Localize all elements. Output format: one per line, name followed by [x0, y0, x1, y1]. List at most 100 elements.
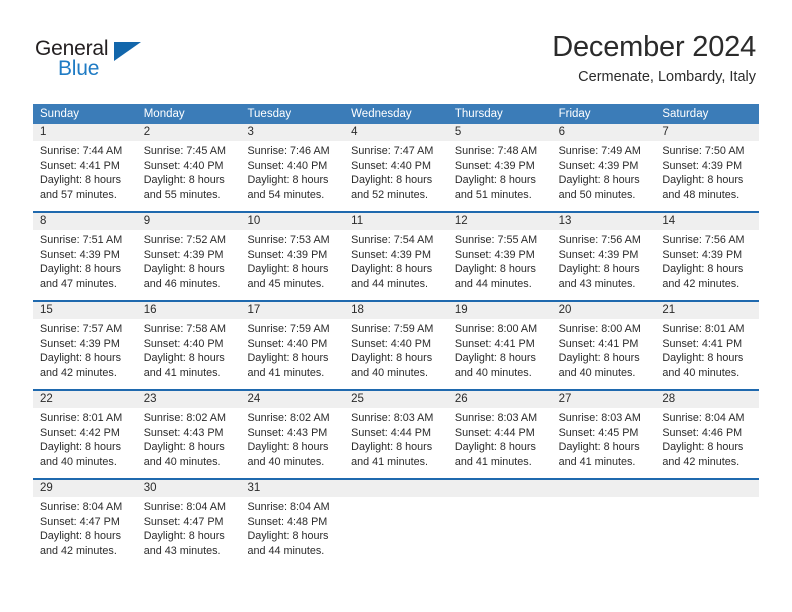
- day-cell-empty: [655, 480, 760, 567]
- day-cell[interactable]: 29 Sunrise: 8:04 AM Sunset: 4:47 PM Dayl…: [33, 480, 137, 567]
- sunrise-text: Sunrise: 7:53 AM: [247, 234, 330, 246]
- daylight-text-line1: Daylight: 8 hours: [40, 263, 122, 276]
- day-cell[interactable]: 17 Sunrise: 7:59 AM Sunset: 4:40 PM Dayl…: [240, 302, 345, 389]
- sunset-text: Sunset: 4:39 PM: [143, 248, 224, 261]
- general-blue-logo[interactable]: General Blue: [35, 37, 165, 85]
- daylight-text-line1: Daylight: 8 hours: [40, 174, 122, 187]
- sunset-text: Sunset: 4:45 PM: [558, 426, 639, 439]
- calendar-week-row: 29 Sunrise: 8:04 AM Sunset: 4:47 PM Dayl…: [33, 478, 760, 567]
- day-number: 24: [240, 391, 345, 408]
- day-cell[interactable]: 1 Sunrise: 7:44 AM Sunset: 4:41 PM Dayli…: [33, 124, 137, 211]
- day-cell[interactable]: 2 Sunrise: 7:45 AM Sunset: 4:40 PM Dayli…: [136, 124, 241, 211]
- day-cell[interactable]: 21 Sunrise: 8:01 AM Sunset: 4:41 PM Dayl…: [655, 302, 760, 389]
- sunrise-text: Sunrise: 8:04 AM: [247, 501, 330, 513]
- day-number: 10: [240, 213, 345, 230]
- day-cell[interactable]: 26 Sunrise: 8:03 AM Sunset: 4:44 PM Dayl…: [447, 391, 552, 478]
- day-number: 31: [240, 480, 345, 497]
- sunrise-text: Sunrise: 7:47 AM: [351, 145, 434, 157]
- day-details: Sunrise: 7:44 AM Sunset: 4:41 PM Dayligh…: [33, 141, 137, 202]
- weekday-header-sunday: Sunday: [40, 108, 80, 120]
- day-details: Sunrise: 8:00 AM Sunset: 4:41 PM Dayligh…: [448, 319, 552, 380]
- day-number: [551, 480, 656, 497]
- sunset-text: Sunset: 4:39 PM: [351, 248, 431, 261]
- sunrise-text: Sunrise: 8:04 AM: [662, 412, 745, 424]
- daylight-text-line2: and 54 minutes.: [247, 188, 325, 201]
- day-cell[interactable]: 27 Sunrise: 8:03 AM Sunset: 4:45 PM Dayl…: [551, 391, 656, 478]
- day-cell[interactable]: 9 Sunrise: 7:52 AM Sunset: 4:39 PM Dayli…: [136, 213, 241, 300]
- daylight-text-line2: and 55 minutes.: [143, 188, 221, 201]
- day-cell-empty: [344, 480, 448, 567]
- day-details: Sunrise: 7:55 AM Sunset: 4:39 PM Dayligh…: [448, 230, 552, 291]
- daylight-text-line1: Daylight: 8 hours: [454, 352, 536, 365]
- day-number: 6: [551, 124, 656, 141]
- daylight-text-line1: Daylight: 8 hours: [143, 530, 225, 543]
- sunset-text: Sunset: 4:43 PM: [247, 426, 328, 439]
- day-cell[interactable]: 30 Sunrise: 8:04 AM Sunset: 4:47 PM Dayl…: [136, 480, 241, 567]
- daylight-text-line1: Daylight: 8 hours: [247, 263, 329, 276]
- sunset-text: Sunset: 4:41 PM: [558, 337, 639, 350]
- day-number: [447, 480, 552, 497]
- daylight-text-line1: Daylight: 8 hours: [247, 530, 329, 543]
- day-details: Sunrise: 7:56 AM Sunset: 4:39 PM Dayligh…: [552, 230, 656, 291]
- sunset-text: Sunset: 4:39 PM: [40, 337, 120, 350]
- day-cell[interactable]: 6 Sunrise: 7:49 AM Sunset: 4:39 PM Dayli…: [551, 124, 656, 211]
- daylight-text-line1: Daylight: 8 hours: [351, 441, 433, 454]
- day-cell[interactable]: 14 Sunrise: 7:56 AM Sunset: 4:39 PM Dayl…: [655, 213, 760, 300]
- day-details: Sunrise: 7:58 AM Sunset: 4:40 PM Dayligh…: [137, 319, 241, 380]
- daylight-text-line1: Daylight: 8 hours: [143, 174, 225, 187]
- day-cell[interactable]: 23 Sunrise: 8:02 AM Sunset: 4:43 PM Dayl…: [136, 391, 241, 478]
- day-cell[interactable]: 20 Sunrise: 8:00 AM Sunset: 4:41 PM Dayl…: [551, 302, 656, 389]
- day-details: Sunrise: 8:02 AM Sunset: 4:43 PM Dayligh…: [137, 408, 241, 469]
- day-cell[interactable]: 28 Sunrise: 8:04 AM Sunset: 4:46 PM Dayl…: [655, 391, 760, 478]
- sunrise-text: Sunrise: 8:04 AM: [40, 501, 123, 513]
- day-cell[interactable]: 4 Sunrise: 7:47 AM Sunset: 4:40 PM Dayli…: [344, 124, 448, 211]
- daylight-text-line2: and 41 minutes.: [558, 455, 636, 468]
- day-cell[interactable]: 7 Sunrise: 7:50 AM Sunset: 4:39 PM Dayli…: [655, 124, 760, 211]
- day-number: 26: [447, 391, 552, 408]
- daylight-text-line2: and 57 minutes.: [40, 188, 117, 201]
- day-cell[interactable]: 3 Sunrise: 7:46 AM Sunset: 4:40 PM Dayli…: [240, 124, 345, 211]
- day-details: Sunrise: 8:03 AM Sunset: 4:44 PM Dayligh…: [448, 408, 552, 469]
- day-number: 16: [136, 302, 241, 319]
- day-cell[interactable]: 31 Sunrise: 8:04 AM Sunset: 4:48 PM Dayl…: [240, 480, 345, 567]
- sunset-text: Sunset: 4:44 PM: [454, 426, 535, 439]
- daylight-text-line1: Daylight: 8 hours: [247, 441, 329, 454]
- day-cell[interactable]: 16 Sunrise: 7:58 AM Sunset: 4:40 PM Dayl…: [136, 302, 241, 389]
- day-cell[interactable]: 10 Sunrise: 7:53 AM Sunset: 4:39 PM Dayl…: [240, 213, 345, 300]
- day-cell[interactable]: 18 Sunrise: 7:59 AM Sunset: 4:40 PM Dayl…: [344, 302, 448, 389]
- day-cell[interactable]: 24 Sunrise: 8:02 AM Sunset: 4:43 PM Dayl…: [240, 391, 345, 478]
- sunrise-text: Sunrise: 8:03 AM: [351, 412, 434, 424]
- daylight-text-line2: and 40 minutes.: [40, 455, 117, 468]
- calendar-week-row: 15 Sunrise: 7:57 AM Sunset: 4:39 PM Dayl…: [33, 300, 760, 389]
- sunset-text: Sunset: 4:41 PM: [454, 337, 535, 350]
- day-cell[interactable]: 12 Sunrise: 7:55 AM Sunset: 4:39 PM Dayl…: [447, 213, 552, 300]
- sunrise-text: Sunrise: 8:00 AM: [454, 323, 538, 335]
- sunrise-text: Sunrise: 7:45 AM: [143, 145, 226, 157]
- day-details: Sunrise: 7:51 AM Sunset: 4:39 PM Dayligh…: [33, 230, 137, 291]
- day-cell[interactable]: 22 Sunrise: 8:01 AM Sunset: 4:42 PM Dayl…: [33, 391, 137, 478]
- day-details: Sunrise: 7:59 AM Sunset: 4:40 PM Dayligh…: [344, 319, 448, 380]
- daylight-text-line1: Daylight: 8 hours: [662, 174, 744, 187]
- day-number: 5: [447, 124, 552, 141]
- daylight-text-line1: Daylight: 8 hours: [454, 263, 536, 276]
- sunrise-text: Sunrise: 8:02 AM: [247, 412, 330, 424]
- day-details: Sunrise: 7:47 AM Sunset: 4:40 PM Dayligh…: [344, 141, 448, 202]
- day-number: 20: [551, 302, 656, 319]
- day-number: [655, 480, 760, 497]
- day-cell[interactable]: 11 Sunrise: 7:54 AM Sunset: 4:39 PM Dayl…: [344, 213, 448, 300]
- sunset-text: Sunset: 4:39 PM: [558, 248, 639, 261]
- weekday-header-wednesday: Wednesday: [351, 108, 412, 120]
- daylight-text-line2: and 48 minutes.: [662, 188, 740, 201]
- day-cell[interactable]: 8 Sunrise: 7:51 AM Sunset: 4:39 PM Dayli…: [33, 213, 137, 300]
- sunrise-text: Sunrise: 7:54 AM: [351, 234, 434, 246]
- day-cell[interactable]: 15 Sunrise: 7:57 AM Sunset: 4:39 PM Dayl…: [33, 302, 137, 389]
- day-cell[interactable]: 25 Sunrise: 8:03 AM Sunset: 4:44 PM Dayl…: [344, 391, 448, 478]
- day-cell[interactable]: 19 Sunrise: 8:00 AM Sunset: 4:41 PM Dayl…: [447, 302, 552, 389]
- day-cell[interactable]: 5 Sunrise: 7:48 AM Sunset: 4:39 PM Dayli…: [447, 124, 552, 211]
- day-details: Sunrise: 8:04 AM Sunset: 4:47 PM Dayligh…: [137, 497, 241, 558]
- sunrise-text: Sunrise: 8:03 AM: [454, 412, 538, 424]
- daylight-text-line2: and 40 minutes.: [143, 455, 221, 468]
- sunrise-text: Sunrise: 8:00 AM: [558, 323, 641, 335]
- day-cell[interactable]: 13 Sunrise: 7:56 AM Sunset: 4:39 PM Dayl…: [551, 213, 656, 300]
- sunrise-text: Sunrise: 8:02 AM: [143, 412, 226, 424]
